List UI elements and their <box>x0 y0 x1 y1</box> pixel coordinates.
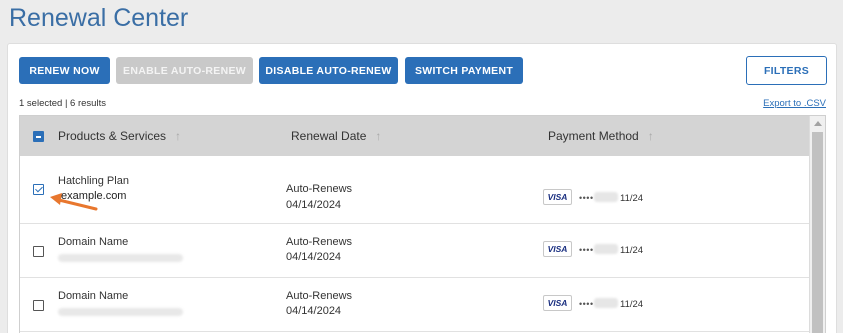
export-csv-link[interactable]: Export to .CSV <box>763 98 826 109</box>
renewal-status: Auto-Renews <box>286 290 353 302</box>
table-row[interactable]: Hatchling Plan .example.com Auto-Renews … <box>20 156 810 224</box>
card-expiry: 11/24 <box>620 299 644 310</box>
domain-redacted <box>58 308 183 316</box>
column-label: Renewal Date <box>291 129 367 143</box>
visa-card-icon: VISA <box>543 189 572 205</box>
select-all-checkbox[interactable] <box>33 131 44 142</box>
card-number-redacted <box>594 298 618 308</box>
renewal-status: Auto-Renews <box>286 183 353 195</box>
visa-card-icon: VISA <box>543 241 572 257</box>
row-checkbox[interactable] <box>33 246 44 257</box>
table-header: Products & Services ↑ Renewal Date ↑ Pay… <box>20 116 810 156</box>
table-row[interactable]: Domain Name Auto-Renews 04/14/2024 VISA … <box>20 224 810 278</box>
card-number-redacted <box>594 244 618 254</box>
renewal-table: Products & Services ↑ Renewal Date ↑ Pay… <box>19 115 826 333</box>
page-title: Renewal Center <box>9 4 189 32</box>
card-mask: •••• <box>579 299 594 309</box>
renewal-panel: RENEW NOW ENABLE AUTO-RENEW DISABLE AUTO… <box>7 43 837 333</box>
column-header-products[interactable]: Products & Services ↑ <box>58 129 181 143</box>
product-domain: .example.com <box>58 190 127 202</box>
switch-payment-button[interactable]: SWITCH PAYMENT <box>405 57 523 84</box>
renewal-status: Auto-Renews <box>286 236 353 248</box>
column-header-renewal-date[interactable]: Renewal Date ↑ <box>291 129 381 143</box>
sort-arrow-icon[interactable]: ↑ <box>648 129 654 143</box>
card-mask: •••• <box>579 245 594 255</box>
row-checkbox[interactable] <box>33 300 44 311</box>
row-checkbox[interactable] <box>33 184 44 195</box>
scrollbar-thumb[interactable] <box>812 132 823 333</box>
card-number-redacted <box>594 192 618 202</box>
card-mask: •••• <box>579 193 594 203</box>
table-row[interactable]: Domain Name Auto-Renews 04/14/2024 VISA … <box>20 278 810 332</box>
selection-summary: 1 selected | 6 results <box>19 98 106 109</box>
enable-auto-renew-button[interactable]: ENABLE AUTO-RENEW <box>116 57 253 84</box>
column-label: Products & Services <box>58 129 167 143</box>
product-name: Domain Name <box>58 290 129 302</box>
sort-arrow-icon[interactable]: ↑ <box>175 129 181 143</box>
column-label: Payment Method <box>548 129 639 143</box>
domain-redacted <box>58 254 183 262</box>
product-name: Hatchling Plan <box>58 175 129 187</box>
column-header-payment-method[interactable]: Payment Method ↑ <box>548 129 654 143</box>
filters-button[interactable]: FILTERS <box>746 56 827 85</box>
renewal-date: 04/14/2024 <box>286 199 342 211</box>
sort-arrow-icon[interactable]: ↑ <box>375 129 381 143</box>
renew-now-button[interactable]: RENEW NOW <box>19 57 110 84</box>
table-scrollbar[interactable] <box>809 116 825 333</box>
product-name: Domain Name <box>58 236 129 248</box>
card-expiry: 11/24 <box>620 245 644 256</box>
renewal-date: 04/14/2024 <box>286 305 342 317</box>
scroll-up-icon[interactable] <box>814 121 822 126</box>
visa-card-icon: VISA <box>543 295 572 311</box>
card-expiry: 11/24 <box>620 193 644 204</box>
renewal-date: 04/14/2024 <box>286 251 342 263</box>
disable-auto-renew-button[interactable]: DISABLE AUTO-RENEW <box>259 57 398 84</box>
